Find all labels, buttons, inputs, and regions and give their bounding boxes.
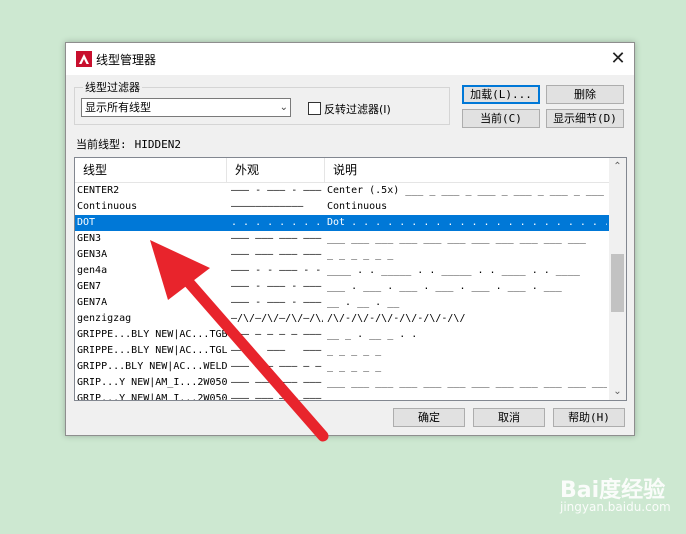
arrow-shaft	[172, 264, 329, 442]
baidu-watermark-url: jingyan.baidu.com	[560, 500, 671, 514]
annotation-arrow	[150, 240, 329, 442]
